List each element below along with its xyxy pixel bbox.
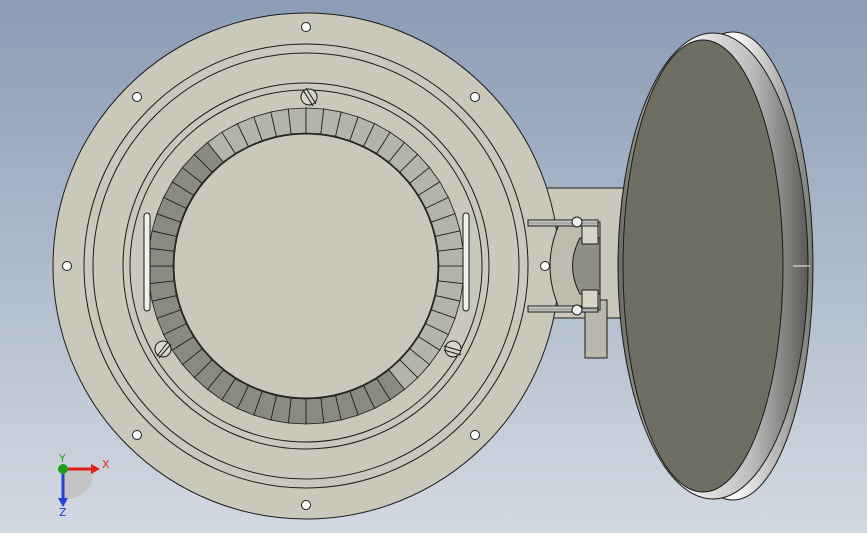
bolt-hole [301, 500, 311, 510]
triad-x-label: X [102, 458, 110, 471]
slot-right [462, 212, 470, 312]
pin-top [571, 216, 583, 228]
shaft-bore [572, 237, 601, 295]
triad-y-axis-icon [58, 464, 68, 474]
bolt-hole [540, 261, 550, 271]
triad-z-label: Z [59, 506, 67, 519]
triad-y-label: Y [58, 452, 66, 465]
seat-segment [147, 265, 175, 285]
screw-top [300, 87, 318, 107]
cad-graphics-viewport[interactable]: X Y Z [0, 0, 867, 533]
disc-face [622, 39, 784, 493]
bolt-hole [470, 430, 480, 440]
pin-bottom [571, 304, 583, 316]
seat-segment [287, 107, 307, 135]
nut-bottom [581, 289, 599, 309]
nut-top [581, 225, 599, 245]
bolt-hole [301, 22, 311, 32]
seat-segment [305, 397, 325, 425]
bolt-hole [132, 430, 142, 440]
valve-disc[interactable] [617, 31, 814, 501]
seat-segment [437, 247, 465, 267]
shaft-top [527, 219, 599, 227]
bolt-hole [62, 261, 72, 271]
bore [173, 133, 439, 399]
bolt-hole [470, 92, 480, 102]
slot-left [143, 212, 151, 312]
bolt-hole [132, 92, 142, 102]
